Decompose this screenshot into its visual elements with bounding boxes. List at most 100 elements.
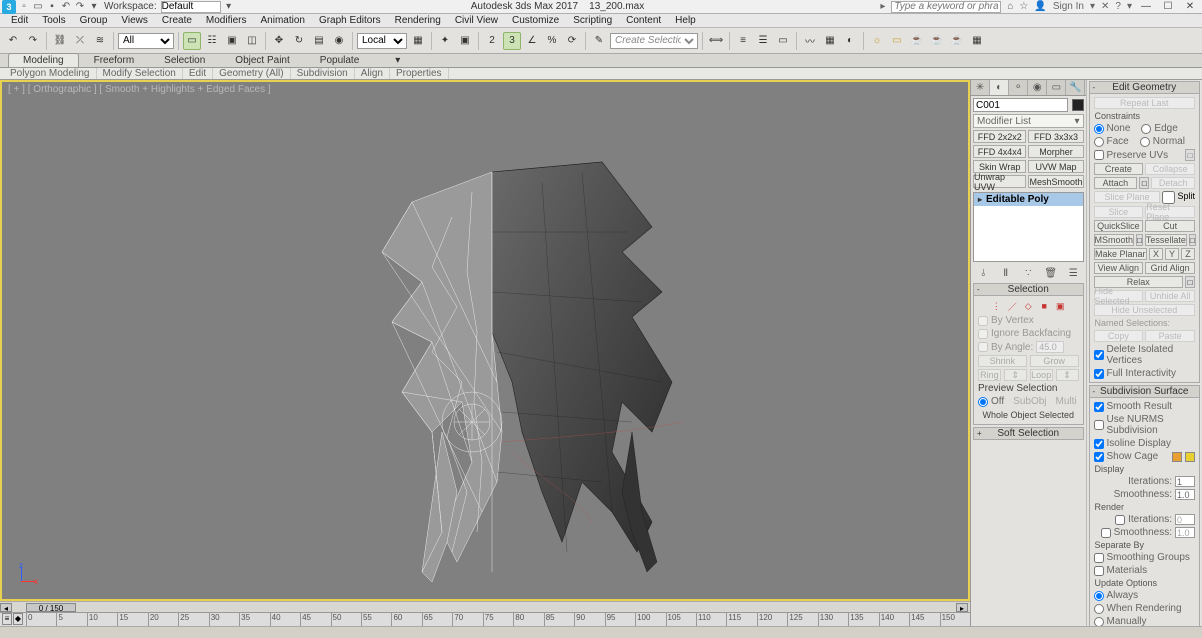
- percent-snap-icon[interactable]: %: [543, 32, 561, 50]
- sign-in-link[interactable]: Sign In: [1053, 1, 1084, 12]
- sep-materials-check[interactable]: [1094, 566, 1104, 576]
- menu-customize[interactable]: Customize: [505, 15, 566, 26]
- panel-properties[interactable]: Properties: [390, 68, 449, 79]
- render-setup-icon[interactable]: ☼: [868, 32, 886, 50]
- qat-undo-icon[interactable]: ↶: [60, 1, 72, 13]
- curve-editor-icon[interactable]: 〰: [801, 32, 819, 50]
- qat-open-icon[interactable]: ▭: [32, 1, 44, 13]
- stack-editable-poly[interactable]: ▸ Editable Poly: [974, 193, 1083, 206]
- app-icon[interactable]: 3: [2, 0, 16, 14]
- menu-edit[interactable]: Edit: [4, 15, 35, 26]
- exchange-btn-icon[interactable]: ✕: [1101, 1, 1109, 12]
- configure-sets-icon[interactable]: ☰: [1066, 266, 1080, 280]
- ribbon-expand-icon[interactable]: ▾: [380, 53, 415, 67]
- tab-modeling[interactable]: Modeling: [8, 53, 79, 67]
- planar-y-button[interactable]: Y: [1165, 248, 1179, 260]
- modify-tab-icon[interactable]: ◐: [990, 80, 1009, 95]
- keyboard-shortcut-icon[interactable]: ▣: [456, 32, 474, 50]
- schematic-view-icon[interactable]: ▦: [821, 32, 839, 50]
- render-frame-icon[interactable]: ▭: [888, 32, 906, 50]
- close-button[interactable]: ✕: [1182, 1, 1198, 13]
- tessellate-button[interactable]: Tessellate: [1145, 234, 1187, 246]
- panel-polymodeling[interactable]: Polygon Modeling: [4, 68, 97, 79]
- menu-grapheditors[interactable]: Graph Editors: [312, 15, 388, 26]
- object-color-swatch[interactable]: [1072, 99, 1084, 111]
- render-activeshade-icon[interactable]: ☕: [948, 32, 966, 50]
- constraint-normal-radio[interactable]: [1140, 137, 1150, 147]
- show-end-icon[interactable]: Ⅱ: [999, 266, 1013, 280]
- mod-uvwmap[interactable]: UVW Map: [1028, 160, 1083, 173]
- menu-group[interactable]: Group: [73, 15, 115, 26]
- panel-subdivision[interactable]: Subdivision: [291, 68, 355, 79]
- render-menu-icon[interactable]: ▦: [968, 32, 986, 50]
- placement-icon[interactable]: ◉: [330, 32, 348, 50]
- scale-icon[interactable]: ▤: [310, 32, 328, 50]
- upd-always-radio[interactable]: [1094, 591, 1104, 601]
- qat-more-icon[interactable]: ▾: [88, 1, 100, 13]
- timeslider-left-icon[interactable]: ◂: [0, 603, 12, 612]
- select-object-icon[interactable]: ▭: [183, 32, 201, 50]
- preserve-uvs-settings[interactable]: □: [1185, 149, 1195, 161]
- time-slider[interactable]: ◂ 0 / 150 ▸: [0, 601, 970, 612]
- selection-filter[interactable]: All: [118, 33, 174, 49]
- subobj-vertex-icon[interactable]: ⋮: [990, 300, 1002, 312]
- unlink-icon[interactable]: ⤫: [71, 32, 89, 50]
- edit-named-sel-icon[interactable]: ✎: [590, 32, 608, 50]
- display-iterations-spinner[interactable]: 1: [1175, 476, 1195, 487]
- hierarchy-tab-icon[interactable]: ⚬: [1009, 80, 1028, 95]
- nurms-check[interactable]: [1094, 420, 1104, 430]
- panel-geometry[interactable]: Geometry (All): [213, 68, 290, 79]
- expand-icon[interactable]: ▸: [978, 195, 982, 204]
- subobj-polygon-icon[interactable]: ■: [1038, 300, 1050, 312]
- mod-ffd444[interactable]: FFD 4x4x4: [973, 145, 1026, 158]
- viewport-label[interactable]: [ + ] [ Orthographic ] [ Smooth + Highli…: [8, 84, 271, 95]
- render-iter-check[interactable]: [1115, 515, 1125, 525]
- quickslice-button[interactable]: QuickSlice: [1094, 220, 1144, 232]
- mod-unwrapuvw[interactable]: Unwrap UVW: [973, 175, 1026, 188]
- planar-z-button[interactable]: Z: [1181, 248, 1195, 260]
- create-tab-icon[interactable]: ✳: [971, 80, 990, 95]
- menu-civilview[interactable]: Civil View: [448, 15, 505, 26]
- trackbar-mini-icon[interactable]: ≡: [2, 613, 12, 625]
- named-selection-sets[interactable]: Create Selection Set: [610, 33, 698, 49]
- display-tab-icon[interactable]: ▭: [1047, 80, 1066, 95]
- constraint-face-radio[interactable]: [1094, 137, 1104, 147]
- exchange-icon[interactable]: ⌂: [1007, 1, 1013, 12]
- angle-snap-icon[interactable]: ∠: [523, 32, 541, 50]
- cut-button[interactable]: Cut: [1145, 220, 1195, 232]
- object-name-field[interactable]: C001: [973, 98, 1068, 112]
- menu-create[interactable]: Create: [155, 15, 199, 26]
- menu-tools[interactable]: Tools: [35, 15, 72, 26]
- full-interactivity-check[interactable]: [1094, 369, 1104, 379]
- tessellate-opt-icon[interactable]: □: [1189, 234, 1196, 246]
- motion-tab-icon[interactable]: ◉: [1028, 80, 1047, 95]
- tab-freeform[interactable]: Freeform: [79, 53, 150, 67]
- rollout-eg-head[interactable]: -Edit Geometry: [1089, 81, 1201, 94]
- menu-animation[interactable]: Animation: [253, 15, 311, 26]
- attach-list-icon[interactable]: □: [1139, 177, 1149, 189]
- planar-x-button[interactable]: X: [1149, 248, 1163, 260]
- search-input[interactable]: [891, 1, 1001, 13]
- help-icon[interactable]: ?: [1115, 1, 1121, 12]
- cage-color-1[interactable]: [1172, 452, 1182, 462]
- layer-explorer-icon[interactable]: ☰: [754, 32, 772, 50]
- preserve-uvs-check[interactable]: [1094, 150, 1104, 160]
- qat-redo-icon[interactable]: ↷: [74, 1, 86, 13]
- select-name-icon[interactable]: ☷: [203, 32, 221, 50]
- sep-smgroups-check[interactable]: [1094, 553, 1104, 563]
- create-button[interactable]: Create: [1094, 163, 1144, 175]
- modifier-list-dropdown[interactable]: Modifier List ▾: [973, 114, 1084, 128]
- ref-coord-system[interactable]: Local: [357, 33, 407, 49]
- link-icon[interactable]: ⛓: [51, 32, 69, 50]
- snap-2d-icon[interactable]: 2: [483, 32, 501, 50]
- move-icon[interactable]: ✥: [270, 32, 288, 50]
- track-bar[interactable]: ≡ ◆ 051015202530354045505560657075808590…: [0, 612, 970, 626]
- pivot-center-icon[interactable]: ▦: [409, 32, 427, 50]
- render-smooth-check[interactable]: [1101, 528, 1111, 538]
- msmooth-button[interactable]: MSmooth: [1094, 234, 1135, 246]
- rollout-subdiv-head[interactable]: -Subdivision Surface: [1089, 385, 1201, 398]
- constraint-edge-radio[interactable]: [1141, 124, 1151, 134]
- mod-ffd333[interactable]: FFD 3x3x3: [1028, 130, 1083, 143]
- rotate-icon[interactable]: ↻: [290, 32, 308, 50]
- remove-mod-icon[interactable]: 🗑: [1044, 266, 1058, 280]
